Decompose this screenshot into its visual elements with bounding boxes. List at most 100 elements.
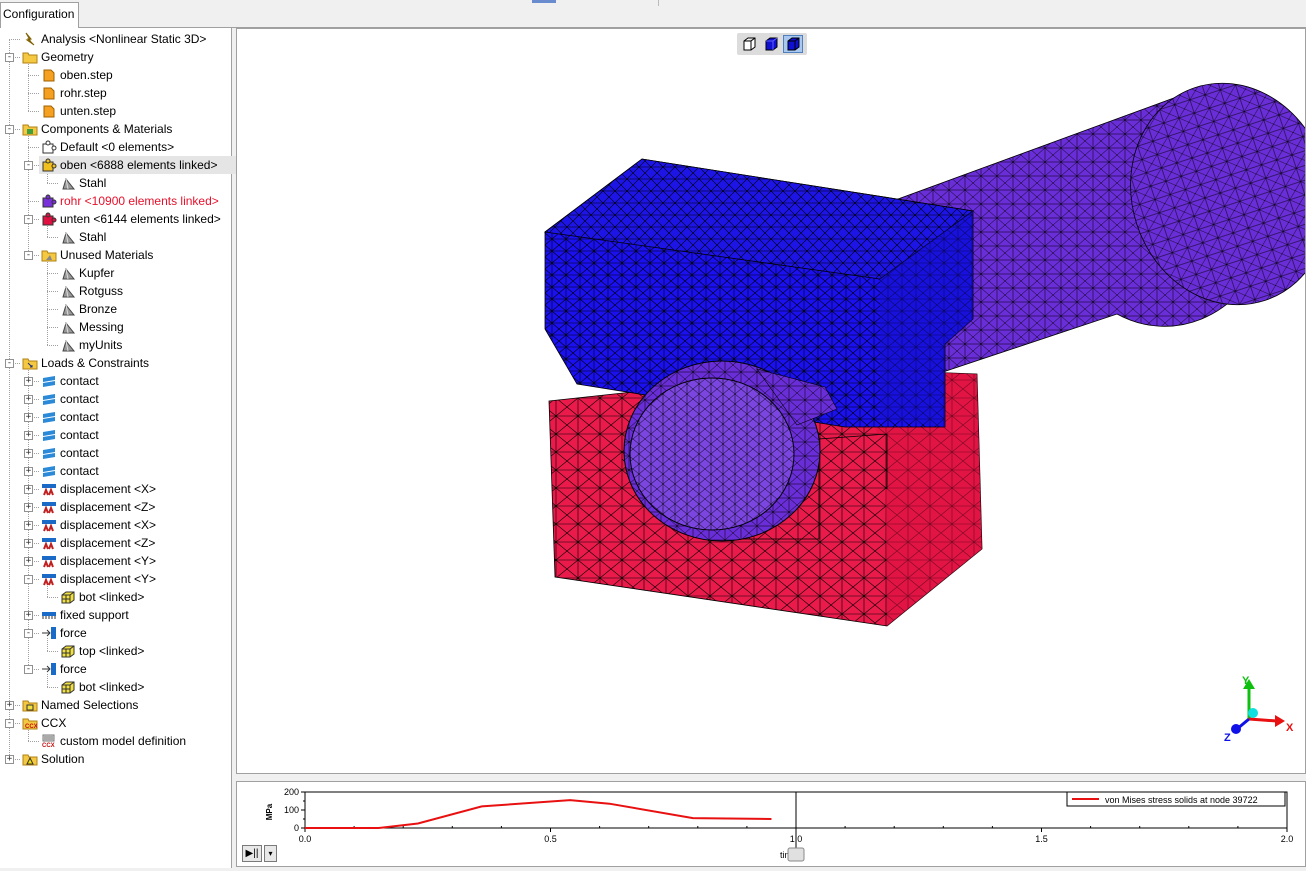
tree-item-label: force: [60, 626, 87, 640]
tree-item-label: contact: [60, 464, 99, 478]
collapse-icon[interactable]: -: [5, 125, 14, 134]
result-plot-panel[interactable]: 200 100 0 MPa 0.0 0.5 1.0 1.5 2.0 tim von Mises st…: [236, 781, 1306, 867]
tree-item[interactable]: contact: [39, 462, 218, 480]
collapse-icon[interactable]: -: [24, 665, 33, 674]
tree-item[interactable]: Named Selections: [20, 696, 218, 714]
shaded-view-icon[interactable]: [761, 35, 781, 53]
tree-item[interactable]: displacement <Y>: [39, 570, 218, 588]
expand-icon[interactable]: +: [5, 755, 14, 764]
tree-item[interactable]: displacement <Y>: [39, 552, 218, 570]
tree-item-label: displacement <Y>: [60, 554, 157, 568]
expand-icon[interactable]: +: [24, 503, 33, 512]
expand-icon[interactable]: +: [24, 413, 33, 422]
expand-icon[interactable]: +: [24, 467, 33, 476]
expand-icon[interactable]: +: [24, 449, 33, 458]
fe-model-render[interactable]: Y X Z: [237, 29, 1305, 773]
collapse-icon[interactable]: -: [24, 575, 33, 584]
tree-item[interactable]: Kupfer: [58, 264, 218, 282]
tree-item[interactable]: contact: [39, 408, 218, 426]
wireframe-view-icon[interactable]: [739, 35, 759, 53]
force-icon: [41, 626, 57, 640]
expand-icon[interactable]: +: [5, 701, 14, 710]
tree-item[interactable]: rohr.step: [39, 84, 218, 102]
axis-x-label: X: [1286, 722, 1294, 734]
tree-item[interactable]: Rotguss: [58, 282, 218, 300]
tree-item-label: Loads & Constraints: [41, 356, 150, 370]
expand-icon[interactable]: +: [24, 485, 33, 494]
tree-item[interactable]: Unused Materials: [39, 246, 218, 264]
tree-item[interactable]: force: [39, 624, 218, 642]
tree-item[interactable]: bot <linked>: [58, 588, 218, 606]
tree-item-label: Components & Materials: [41, 122, 173, 136]
expand-icon[interactable]: +: [24, 611, 33, 620]
shaded-edges-view-icon[interactable]: [783, 35, 803, 53]
collapse-icon[interactable]: -: [24, 629, 33, 638]
tree-item[interactable]: fixed support: [39, 606, 218, 624]
collapse-icon[interactable]: -: [5, 53, 14, 62]
tree-item[interactable]: Stahl: [58, 228, 218, 246]
stress-time-chart[interactable]: 2001000MPa0.0 0.5 1.0 1.5 2.0timvon Mises st…: [237, 782, 1305, 866]
tree-item[interactable]: contact: [39, 372, 218, 390]
tree-item[interactable]: displacement <Z>: [39, 498, 218, 516]
tree-item[interactable]: Stahl: [58, 174, 218, 192]
collapse-icon[interactable]: -: [5, 719, 14, 728]
tree-item[interactable]: displacement <X>: [39, 480, 218, 498]
tree-item-label: custom model definition: [60, 734, 187, 748]
tree-item[interactable]: Components & Materials: [20, 120, 218, 138]
expand-icon[interactable]: +: [24, 521, 33, 530]
play-pause-button[interactable]: ▶||: [242, 845, 262, 862]
model-tree[interactable]: Analysis <Nonlinear Static 3D> Geometry - o…: [0, 28, 236, 868]
tree-item[interactable]: Analysis <Nonlinear Static 3D>: [20, 30, 218, 48]
expand-icon[interactable]: +: [24, 557, 33, 566]
3d-viewport[interactable]: Y X Z: [236, 28, 1306, 774]
node-set-icon: [60, 590, 76, 604]
collapse-icon[interactable]: -: [5, 359, 14, 368]
expand-icon[interactable]: +: [24, 377, 33, 386]
tree-connector: [47, 260, 48, 345]
materials-folder-icon: [41, 248, 57, 262]
tree-item-label: Messing: [79, 320, 124, 334]
tree-item[interactable]: rohr <10900 elements linked>: [39, 192, 219, 210]
play-options-dropdown[interactable]: ▾: [264, 845, 277, 862]
tree-item[interactable]: force: [39, 660, 218, 678]
tree-item[interactable]: Solution: [20, 750, 218, 768]
material-icon: [60, 320, 76, 334]
tree-item[interactable]: Geometry: [20, 48, 218, 66]
legend-label: von Mises stress solids at node 39722: [1105, 795, 1258, 805]
tree-item[interactable]: CCX custom model definition: [39, 732, 218, 750]
tree-item[interactable]: unten <6144 elements linked>: [39, 210, 221, 228]
tree-item[interactable]: Loads & Constraints: [20, 354, 218, 372]
tree-item[interactable]: contact: [39, 390, 218, 408]
expand-icon[interactable]: +: [24, 539, 33, 548]
tab-configuration[interactable]: Configuration: [0, 2, 80, 28]
tree-item[interactable]: CCX CCX: [20, 714, 218, 732]
tree-item[interactable]: contact: [39, 444, 218, 462]
collapse-icon[interactable]: -: [24, 251, 33, 260]
tree-connector: [9, 39, 20, 40]
tree-item[interactable]: oben.step: [39, 66, 218, 84]
tree-item[interactable]: Messing: [58, 318, 218, 336]
tree-connector: [28, 93, 39, 94]
tree-item[interactable]: Bronze: [58, 300, 218, 318]
tree-item[interactable]: displacement <Z>: [39, 534, 218, 552]
material-icon: [60, 302, 76, 316]
tree-connector: [28, 62, 29, 111]
tree-item-label: Unused Materials: [60, 248, 154, 262]
tree-item[interactable]: bot <linked>: [58, 678, 218, 696]
tree-item[interactable]: Default <0 elements>: [39, 138, 218, 156]
tree-item-label: rohr.step: [60, 86, 107, 100]
tree-item[interactable]: displacement <X>: [39, 516, 218, 534]
y-tick-label: 100: [284, 805, 299, 815]
tree-connector: [47, 237, 58, 238]
expand-icon[interactable]: +: [24, 395, 33, 404]
tree-item[interactable]: top <linked>: [58, 642, 218, 660]
tree-item[interactable]: contact: [39, 426, 218, 444]
collapse-icon[interactable]: -: [24, 161, 33, 170]
tree-item[interactable]: myUnits: [58, 336, 218, 354]
expand-icon[interactable]: +: [24, 431, 33, 440]
tree-item[interactable]: oben <6888 elements linked>: [39, 156, 236, 174]
tree-item-label: Bronze: [79, 302, 118, 316]
collapse-icon[interactable]: -: [24, 215, 33, 224]
analysis-icon: [22, 32, 38, 46]
tree-item[interactable]: unten.step: [39, 102, 218, 120]
